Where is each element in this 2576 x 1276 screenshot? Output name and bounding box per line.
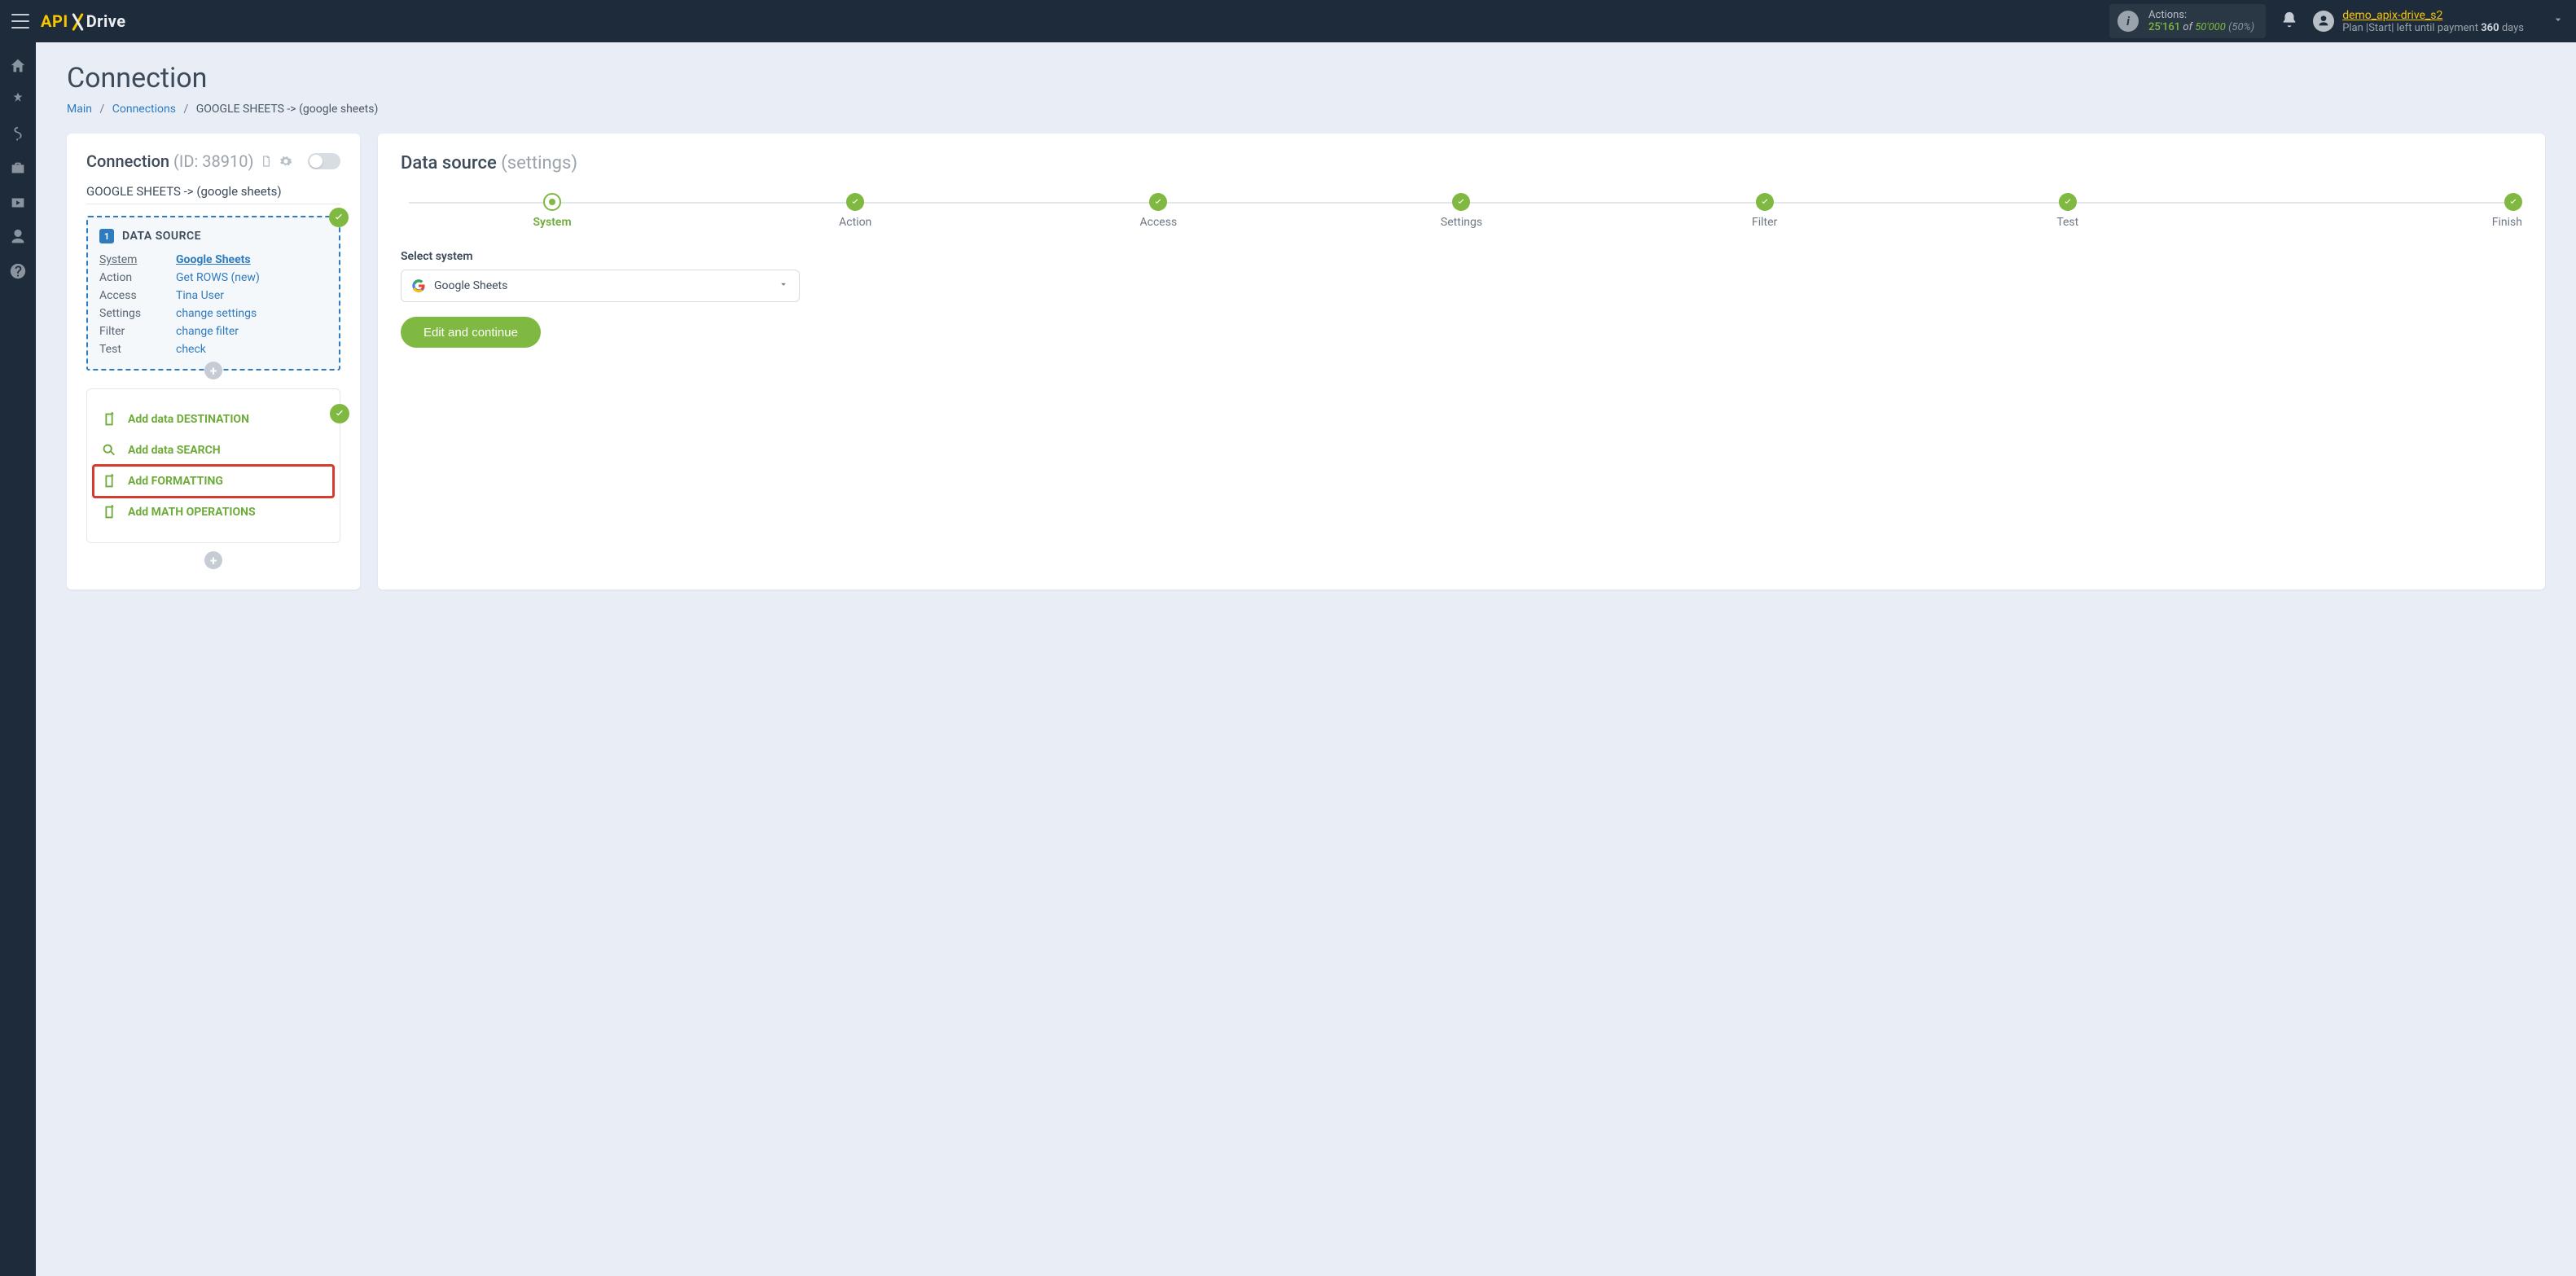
data-source-box[interactable]: 1 DATA SOURCE System Google Sheets Actio… xyxy=(86,216,340,371)
ds-test-label: Test xyxy=(99,343,165,356)
connection-heading: Connection xyxy=(86,151,169,171)
nav-video-icon[interactable] xyxy=(9,194,27,212)
logo-x-icon xyxy=(70,14,85,29)
step-action[interactable]: Action xyxy=(704,193,1007,229)
search-icon xyxy=(100,441,118,459)
side-rail xyxy=(0,42,36,1276)
note-icon[interactable] xyxy=(260,155,273,168)
topbar: APIDrive i Actions: 25'161 of 50'000 (50… xyxy=(0,0,2576,42)
content-area: Connection Main / Connections / GOOGLE S… xyxy=(36,42,2576,1276)
ds-filter-value[interactable]: change filter xyxy=(176,325,239,338)
right-title: Data source xyxy=(401,153,497,173)
select-system-label: Select system xyxy=(401,250,2522,263)
nav-help-icon[interactable] xyxy=(9,262,27,280)
ds-action-label: Action xyxy=(99,271,165,284)
actions-percent: (50%) xyxy=(2228,21,2254,33)
nav-profile-icon[interactable] xyxy=(9,228,27,246)
add-destination-label: Add data DESTINATION xyxy=(128,413,249,426)
connection-id: (ID: 38910) xyxy=(173,151,253,171)
ds-settings-value[interactable]: change settings xyxy=(176,307,257,320)
step-access[interactable]: Access xyxy=(1007,193,1310,229)
edit-continue-button[interactable]: Edit and continue xyxy=(401,317,541,348)
gear-icon[interactable] xyxy=(279,155,292,168)
add-search-label: Add data SEARCH xyxy=(128,444,221,457)
add-search-button[interactable]: Add data SEARCH xyxy=(94,435,333,466)
add-math-label: Add MATH OPERATIONS xyxy=(128,506,256,519)
ds-access-value[interactable]: Tina User xyxy=(176,289,224,302)
connection-enable-toggle[interactable] xyxy=(308,153,340,169)
step-number-badge: 1 xyxy=(99,229,114,243)
step-settings[interactable]: Settings xyxy=(1310,193,1613,229)
clipboard-icon xyxy=(100,472,118,490)
data-source-settings-card: Data source (settings) System Action xyxy=(378,134,2545,590)
user-menu[interactable]: demo_apix-drive_s2 Plan |Start| left unt… xyxy=(2313,9,2565,34)
system-select-value: Google Sheets xyxy=(434,279,770,292)
page-title: Connection xyxy=(67,62,2545,94)
clipboard-icon xyxy=(100,410,118,428)
breadcrumb-main[interactable]: Main xyxy=(67,103,92,116)
ds-access-label: Access xyxy=(99,289,165,302)
ds-system-value[interactable]: Google Sheets xyxy=(176,253,251,266)
actions-used: 25'161 xyxy=(2148,21,2180,33)
google-icon xyxy=(411,278,426,293)
step-filter[interactable]: Filter xyxy=(1613,193,1916,229)
nav-billing-icon[interactable] xyxy=(9,125,27,143)
add-options-card: Add data DESTINATION Add data SEARCH Add… xyxy=(86,388,340,543)
data-source-title: DATA SOURCE xyxy=(122,230,201,243)
logo[interactable]: APIDrive xyxy=(41,11,126,31)
chevron-down-icon xyxy=(778,278,789,293)
nav-briefcase-icon[interactable] xyxy=(9,160,27,178)
system-select[interactable]: Google Sheets xyxy=(401,270,800,302)
plan-line: Plan |Start| left until payment 360 days xyxy=(2342,22,2524,34)
check-badge-icon xyxy=(330,404,349,423)
add-connector-top-button[interactable]: + xyxy=(204,362,222,379)
wizard-stepper: System Action Access Settings xyxy=(401,193,2522,229)
menu-toggle[interactable] xyxy=(11,14,29,29)
notifications-button[interactable] xyxy=(2280,11,2298,32)
actions-summary[interactable]: i Actions: 25'161 of 50'000 (50%) xyxy=(2109,4,2266,38)
actions-label: Actions: xyxy=(2148,9,2254,21)
ds-system-label: System xyxy=(99,253,165,266)
ds-action-value[interactable]: Get ROWS (new) xyxy=(176,271,260,284)
actions-total: 50'000 xyxy=(2195,21,2226,33)
ds-filter-label: Filter xyxy=(99,325,165,338)
bell-icon xyxy=(2280,11,2298,29)
ds-test-value[interactable]: check xyxy=(176,343,206,356)
add-math-button[interactable]: Add MATH OPERATIONS xyxy=(94,497,333,528)
add-formatting-label: Add FORMATTING xyxy=(128,475,223,488)
info-icon: i xyxy=(2117,11,2139,32)
breadcrumb-current: GOOGLE SHEETS -> (google sheets) xyxy=(196,103,379,116)
connection-sidebar-card: Connection (ID: 38910) GOOGLE SHEETS -> … xyxy=(67,134,360,590)
step-test[interactable]: Test xyxy=(1916,193,2219,229)
step-system[interactable]: System xyxy=(401,193,704,229)
username: demo_apix-drive_s2 xyxy=(2342,9,2524,22)
breadcrumb-connections[interactable]: Connections xyxy=(112,103,176,116)
clipboard-icon xyxy=(100,503,118,521)
nav-connections-icon[interactable] xyxy=(9,91,27,109)
actions-of: of xyxy=(2183,21,2192,33)
step-finish[interactable]: Finish xyxy=(2219,193,2522,229)
ds-settings-label: Settings xyxy=(99,307,165,320)
add-connector-bottom-button[interactable]: + xyxy=(204,551,222,569)
breadcrumb: Main / Connections / GOOGLE SHEETS -> (g… xyxy=(67,103,2545,116)
check-badge-icon xyxy=(329,208,349,227)
right-title-suffix: (settings) xyxy=(501,153,577,173)
chevron-down-icon xyxy=(2552,13,2565,29)
avatar-icon xyxy=(2313,11,2334,32)
connection-subtitle: GOOGLE SHEETS -> (google sheets) xyxy=(86,184,340,204)
nav-home-icon[interactable] xyxy=(9,57,27,75)
add-destination-button[interactable]: Add data DESTINATION xyxy=(94,404,333,435)
add-formatting-button[interactable]: Add FORMATTING xyxy=(94,466,333,497)
